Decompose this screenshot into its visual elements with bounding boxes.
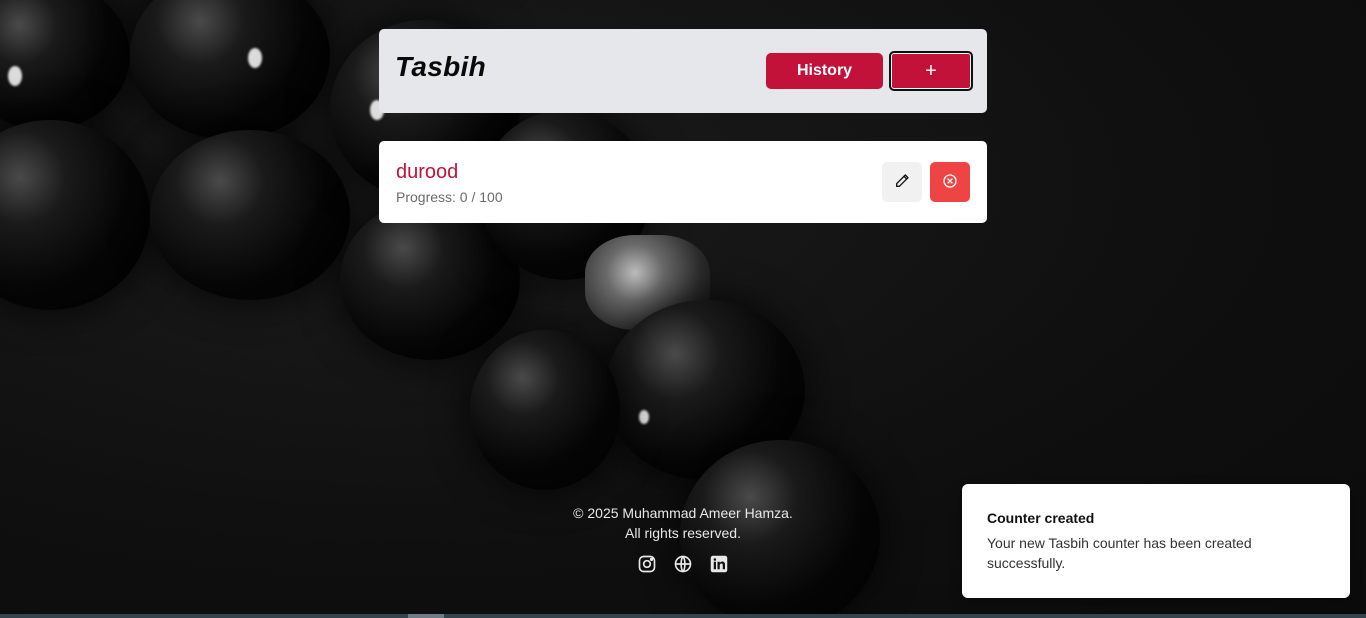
- linkedin-icon[interactable]: [708, 553, 730, 575]
- instagram-icon[interactable]: [636, 553, 658, 575]
- add-counter-button[interactable]: +: [889, 51, 973, 91]
- delete-counter-button[interactable]: [930, 162, 970, 202]
- edit-counter-button[interactable]: [882, 162, 922, 202]
- horizontal-scrollbar[interactable]: [0, 614, 1366, 618]
- globe-icon[interactable]: [672, 553, 694, 575]
- counter-card[interactable]: durood Progress: 0 / 100: [379, 141, 987, 223]
- counter-name[interactable]: durood: [396, 161, 458, 184]
- counter-progress: Progress: 0 / 100: [396, 189, 503, 205]
- footer: © 2025 Muhammad Ameer Hamza. All rights …: [533, 503, 833, 543]
- header-card: Tasbih History +: [379, 29, 987, 113]
- toast-notification: Counter created Your new Tasbih counter …: [962, 484, 1350, 598]
- social-links: [636, 553, 730, 575]
- rights-text: All rights reserved.: [625, 525, 741, 541]
- copyright-text: © 2025 Muhammad Ameer Hamza.: [573, 505, 793, 521]
- toast-title: Counter created: [987, 510, 1095, 526]
- history-button[interactable]: History: [766, 53, 883, 89]
- app-title: Tasbih: [395, 51, 486, 82]
- scrollbar-thumb[interactable]: [408, 614, 444, 618]
- toast-description: Your new Tasbih counter has been created…: [987, 535, 1252, 571]
- close-circle-icon: [942, 173, 958, 192]
- pencil-icon: [894, 173, 910, 192]
